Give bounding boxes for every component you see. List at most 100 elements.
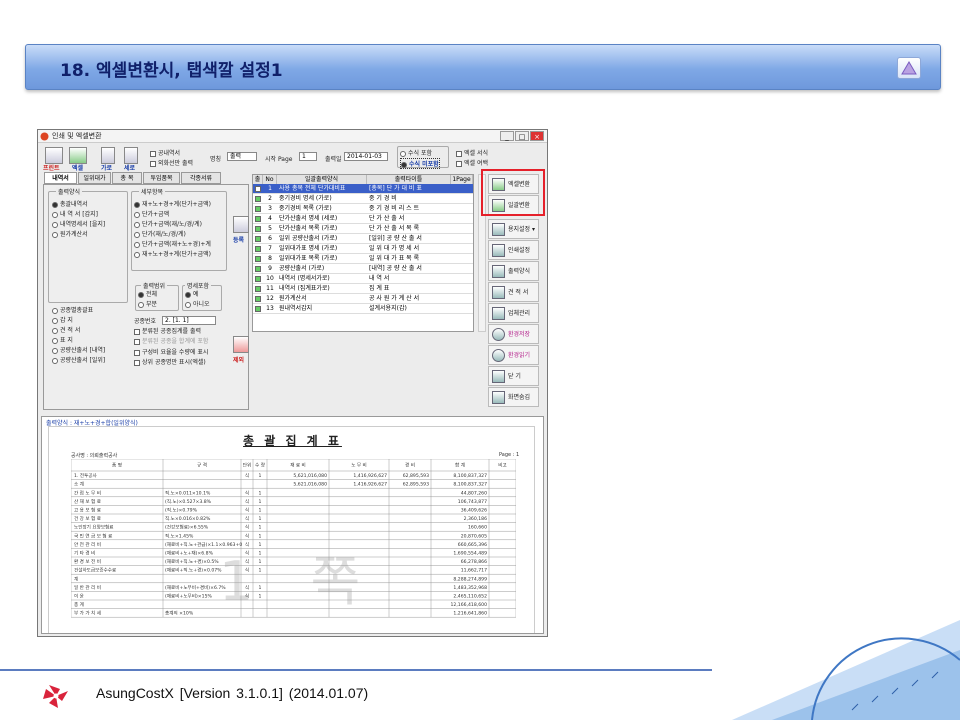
output-option-eul[interactable]: 내역명세서 [을지] [52,220,105,230]
env-load-button[interactable]: 환경읽기 [488,345,539,365]
row-checkbox[interactable] [255,276,261,282]
company-button[interactable]: 업체관리 [488,303,539,323]
row-checkbox[interactable] [255,206,261,212]
outside-checkbox[interactable]: 외화선만 출력 [150,158,193,167]
cell-spec: (재료비+직.노+경)×0.07% [165,567,222,574]
row-no: 2 [268,195,272,202]
row-checkbox[interactable] [255,216,261,222]
classified-include-checkbox[interactable]: 분류된 공종을 합계에 포함 [134,337,208,347]
table-header: 비고 [498,462,506,469]
detail-yes-radio[interactable]: 예 [185,290,199,300]
detail-option-5[interactable]: 단가+금액(재+노+경)+계 [134,240,211,250]
row-checkbox[interactable] [255,186,261,192]
tab-documents[interactable]: 각종서류 [181,172,221,184]
print-icon[interactable] [45,147,63,164]
window-title: 인쇄 및 엑셀변환 [52,132,102,140]
detail-option-1[interactable]: 재+노+경+계(단가+금액) [134,200,211,210]
print-settings-icon [492,244,505,257]
start-page-input[interactable]: 1 [299,152,317,161]
close-window-button[interactable]: × [530,131,544,141]
tab-general[interactable]: 총 목 [112,172,142,184]
grid-row[interactable]: 11 내역서 (집계표가로) 집 계 표 [253,284,473,294]
detail-option-4[interactable]: 단가(재/노/경/계) [134,230,186,240]
output-option-total[interactable]: 총괄내역서 [52,200,88,210]
row-form: 원내역서갑지 [279,305,313,312]
paper-settings-button[interactable]: 용지설정 ▾ [488,219,539,239]
detail-include-label: 명세포함 [185,281,212,290]
row-checkbox[interactable] [255,286,261,292]
cell-labor: 1,416,926,627 [353,473,387,479]
grid-row[interactable]: 7 일위대가표 명세 (가로) 일 위 대 가 명 세 서 [253,244,473,254]
portrait-icon[interactable] [124,147,138,164]
cell-qty: 1 [259,499,262,505]
cell-name: 기 타 경 비 [74,550,95,557]
register-arrow-icon[interactable] [233,216,249,233]
grid-row[interactable]: 4 단가산출서 명세 (세로) 단 가 산 출 서 [253,214,473,224]
tab-detail[interactable]: 내역서 [44,172,77,184]
lower-option-3[interactable]: 견 적 서 [52,326,80,336]
code-select[interactable]: 2. [1. 1] [162,316,216,325]
grid-row[interactable]: 5 단가산출서 목록 (가로) 단 가 산 출 서 목 록 [253,224,473,234]
grid-row[interactable]: 8 일위대가표 목록 (가로) 일 위 대 가 표 목 록 [253,254,473,264]
close-button[interactable]: 닫 기 [488,366,539,386]
row-checkbox[interactable] [255,256,261,262]
range-all-radio[interactable]: 전체 [138,290,157,300]
minimize-button[interactable]: _ [500,131,514,141]
hide-screen-button[interactable]: 화면숨김 [488,387,539,407]
grid-row[interactable]: 9 공량산출서 (가로) [내역] 공 량 산 출 서 [253,264,473,274]
tab-input-items[interactable]: 투입품목 [143,172,180,184]
row-checkbox[interactable] [255,226,261,232]
lower-option-1[interactable]: 공종별총괄표 [52,306,93,316]
output-option-cost[interactable]: 원가계산서 [52,230,88,240]
formula-exclude-radio[interactable]: 수식 미포함 [400,158,440,169]
portrait-label: 세로 [124,165,136,172]
paper-icon [492,223,505,236]
grid-row[interactable]: 2 중기경비 명세 (가로) 중 기 경 비 [253,194,473,204]
detail-option-3[interactable]: 단가+금액(재/노/경/계) [134,220,202,230]
range-part-radio[interactable]: 부분 [138,300,157,310]
grid-row[interactable]: 6 일위 공량산출서 (가로) [일위] 공 량 산 출 서 [253,234,473,244]
row-checkbox[interactable] [255,236,261,242]
grid-row[interactable]: 1 사용 총목 전체 단가대비표 [총목] 단 가 대 비 표 [253,184,473,194]
date-input[interactable]: 2014-01-03 [344,152,388,161]
estimate-button[interactable]: 견 적 서 [488,282,539,302]
detail-no-radio[interactable]: 아니오 [185,300,210,310]
grid-row[interactable]: 10 내역서 (명세서가로) 내 역 서 [253,274,473,284]
output-option-gap[interactable]: 내 역 서 [갑지] [52,210,98,220]
row-no: 10 [266,275,274,282]
grid-row[interactable]: 13 원내역서갑지 설계서용지(갑) [253,304,473,314]
grid-row[interactable]: 12 원가계산서 공 사 원 가 계 산 서 [253,294,473,304]
lower-option-5[interactable]: 공량산출서 [내역] [52,346,105,356]
output-form-button[interactable]: 출력양식 [488,261,539,281]
excel-margin-checkbox[interactable]: 엑셀 여백 [456,158,488,167]
detail-option-2[interactable]: 단가+금액 [134,210,169,220]
row-checkbox[interactable] [255,246,261,252]
ratio-checkbox[interactable]: 구성비 요율을 수량에 표시 [134,348,208,358]
maximize-button[interactable]: □ [515,131,529,141]
row-checkbox[interactable] [255,296,261,302]
landscape-icon[interactable] [101,147,115,164]
lower-option-6[interactable]: 공량산출서 [일위] [52,356,105,366]
tab-unit-price[interactable]: 일위대가 [78,172,111,184]
row-checkbox[interactable] [255,196,261,202]
grid-row[interactable]: 3 중기경비 목록 (가로) 중 기 경 비 리 스 트 [253,204,473,214]
cell-total: 8,100,837,327 [453,482,487,488]
classified-total-checkbox[interactable]: 분류된 공종집계를 출력 [134,327,201,337]
name-select[interactable]: 출력 [227,152,257,161]
env-save-button[interactable]: 환경저장 [488,324,539,344]
collapse-button[interactable] [897,57,921,79]
print-settings-button[interactable]: 인쇄설정 [488,240,539,260]
upper-only-checkbox[interactable]: 상위 공종명만 표시(엑셀) [134,358,206,368]
detail-option-6[interactable]: 재+노+경+계(단가+금액) [134,250,211,260]
delete-icon[interactable] [233,336,249,353]
row-checkbox[interactable] [255,266,261,272]
lower-option-2[interactable]: 갑 지 [52,316,73,326]
row-form: 일위 공량산출서 (가로) [279,235,338,242]
lower-option-4[interactable]: 표 지 [52,336,73,346]
detail-checkbox[interactable]: 공내역서 [150,148,180,157]
excel-icon[interactable] [69,147,87,164]
print-preview: 출력양식 : 재+노+경+합(일위양식) 총 괄 집 계 표 공사명 : 의뢰출… [41,416,544,634]
row-checkbox[interactable] [255,306,261,312]
excel-format-checkbox[interactable]: 엑셀 서식 [456,148,488,157]
formula-include-radio[interactable]: 수식 포함 [400,148,432,157]
